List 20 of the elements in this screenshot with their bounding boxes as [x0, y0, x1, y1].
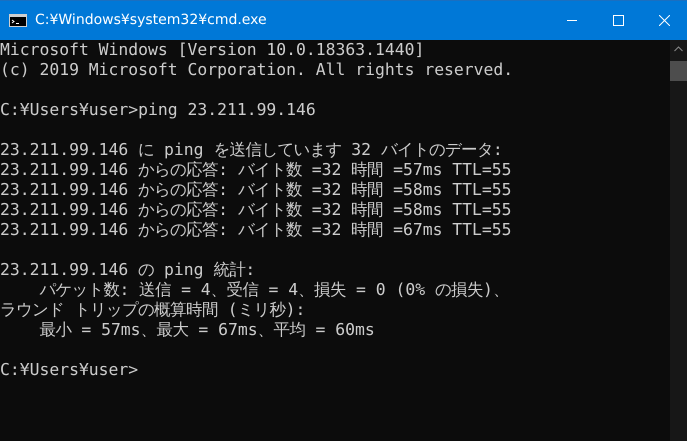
console-line: 最小 = 57ms、最大 = 67ms、平均 = 60ms	[38, 320, 375, 340]
console-line: ラウンド トリップの概算時間 (ミリ秒):	[0, 300, 306, 320]
scrollbar-thumb[interactable]	[670, 61, 687, 81]
console-line: C:¥Users¥user>	[0, 360, 138, 380]
console-icon	[9, 14, 27, 27]
console-line: Microsoft Windows [Version 10.0.18363.1440]	[0, 40, 424, 60]
console-line: 23.211.99.146 からの応答: バイト数 =32 時間 =67ms TTL=55	[0, 220, 512, 240]
maximize-icon	[612, 15, 624, 26]
scrollbar[interactable]	[670, 40, 687, 441]
console-line: 23.211.99.146 に ping を送信しています 32 バイトのデータ:	[0, 140, 503, 160]
console-line: 23.211.99.146 の ping 統計:	[0, 260, 256, 280]
console-line: C:¥Users¥user>ping 23.211.99.146	[0, 100, 316, 120]
console-line: 23.211.99.146 からの応答: バイト数 =32 時間 =58ms TTL=55	[0, 200, 512, 220]
console-line: パケット数: 送信 = 4、受信 = 4、損失 = 0 (0% の損失)、	[38, 280, 509, 300]
caret-up-icon	[674, 46, 683, 52]
window-title: C:¥Windows¥system32¥cmd.exe	[35, 11, 267, 30]
console-line: (c) 2019 Microsoft Corporation. All rights reserved.	[0, 60, 514, 80]
close-icon	[658, 15, 670, 26]
console-line: 23.211.99.146 からの応答: バイト数 =32 時間 =57ms TTL=55	[0, 160, 512, 180]
console-line: 23.211.99.146 からの応答: バイト数 =32 時間 =58ms TTL=55	[0, 180, 512, 200]
